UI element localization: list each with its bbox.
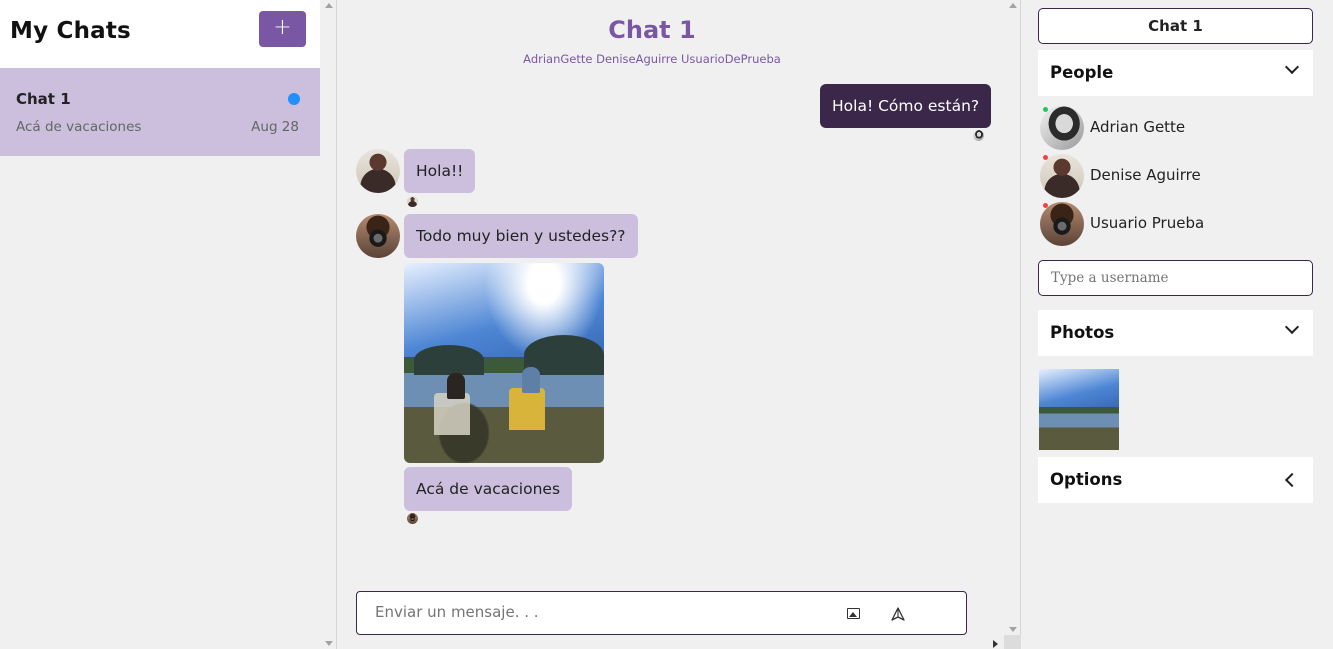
person-name: Adrian Gette <box>1090 118 1186 136</box>
avatar <box>1040 202 1084 246</box>
chevron-down-icon <box>1284 319 1300 335</box>
chat-members: AdrianGette DeniseAguirre UsuarioDePrueb… <box>523 52 781 66</box>
message-image[interactable] <box>404 263 604 463</box>
people-section-header[interactable]: People <box>1038 50 1313 96</box>
chat-card[interactable]: Chat 1 Acá de vacaciones Aug 28 <box>0 68 320 156</box>
online-status-dot <box>1043 107 1048 112</box>
offline-status-dot <box>1043 155 1048 160</box>
avatar <box>1040 106 1084 150</box>
photo-detail <box>414 345 484 375</box>
photo-detail <box>447 373 465 399</box>
chat-list-header: My Chats + <box>0 0 320 68</box>
people-label: People <box>1050 63 1114 82</box>
username-input[interactable] <box>1051 270 1301 286</box>
message-input[interactable] <box>375 603 825 621</box>
person-row: Denise Aguirre <box>1040 154 1310 198</box>
message-bubble-theirs: Todo muy bien y ustedes?? <box>404 214 638 258</box>
chat-list-scrollbar[interactable] <box>320 0 337 649</box>
chat-feed-scrollbar[interactable] <box>1004 0 1021 635</box>
chevron-down-icon <box>1284 59 1300 75</box>
image-icon[interactable] <box>847 608 860 619</box>
person-name: Denise Aguirre <box>1090 166 1201 184</box>
message-bubble-theirs: Acá de vacaciones <box>404 467 573 511</box>
chat-card-date: Aug 28 <box>251 119 299 135</box>
options-label: Options <box>1050 470 1123 489</box>
new-chat-button[interactable]: + <box>259 11 306 47</box>
offline-status-dot <box>1043 203 1048 208</box>
photo-detail <box>434 393 470 435</box>
person-name: Usuario Prueba <box>1090 214 1205 232</box>
send-icon[interactable] <box>891 607 905 621</box>
avatar <box>356 149 400 193</box>
read-receipt-avatar <box>973 130 984 141</box>
chat-name-field[interactable]: Chat 1 <box>1038 8 1313 44</box>
photo-thumbnail[interactable] <box>1039 369 1119 450</box>
scroll-down-arrow-icon[interactable] <box>1009 627 1017 632</box>
chat-feed: Chat 1 AdrianGette DeniseAguirre Usuario… <box>338 0 1004 649</box>
plus-icon: + <box>273 15 292 40</box>
scroll-down-arrow-icon[interactable] <box>325 641 333 646</box>
photo-detail <box>509 388 545 430</box>
photos-section-header[interactable]: Photos <box>1038 310 1313 356</box>
options-section-header[interactable]: Options <box>1038 457 1313 503</box>
avatar <box>1040 154 1084 198</box>
username-input-box <box>1038 260 1313 296</box>
chat-title: Chat 1 <box>608 16 696 44</box>
unread-indicator <box>288 93 300 105</box>
chat-card-preview: Acá de vacaciones <box>16 119 142 135</box>
person-row: Usuario Prueba <box>1040 202 1310 246</box>
scroll-up-arrow-icon[interactable] <box>325 3 333 8</box>
read-receipt-avatar <box>407 196 418 207</box>
scroll-right-arrow-icon[interactable] <box>993 640 998 648</box>
chevron-left-icon <box>1284 472 1300 488</box>
chat-card-title: Chat 1 <box>16 90 71 108</box>
message-input-box <box>356 591 967 635</box>
chat-list-title: My Chats <box>10 18 131 44</box>
chat-list-panel: My Chats + Chat 1 Acá de vacaciones Aug … <box>0 0 320 649</box>
avatar <box>356 214 400 258</box>
photo-detail <box>522 367 540 393</box>
chat-settings-panel: Chat 1 People Adrian Gette Denise Aguirr… <box>1022 0 1333 649</box>
chat-app: My Chats + Chat 1 Acá de vacaciones Aug … <box>0 0 1333 649</box>
message-bubble-theirs: Hola!! <box>404 149 476 193</box>
message-bubble-mine: Hola! Cómo están? <box>820 84 992 128</box>
read-receipt-avatar <box>407 513 418 524</box>
scrollbar-corner <box>1004 635 1021 649</box>
photos-label: Photos <box>1050 323 1115 342</box>
person-row: Adrian Gette <box>1040 106 1310 150</box>
scroll-up-arrow-icon[interactable] <box>1009 3 1017 8</box>
